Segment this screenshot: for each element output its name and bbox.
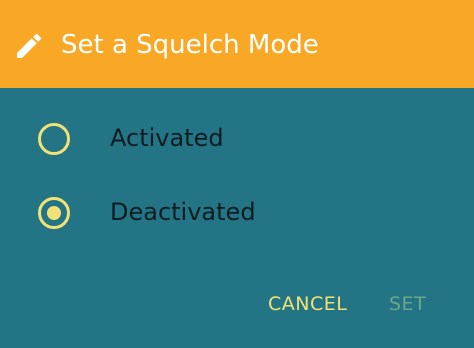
cancel-button[interactable]: CANCEL — [268, 290, 347, 318]
dialog-title: Set a Squelch Mode — [61, 30, 319, 60]
radio-selected-dot — [47, 206, 61, 220]
set-button[interactable]: SET — [389, 290, 426, 318]
option-activated[interactable]: Activated — [0, 110, 474, 168]
dialog-header: Set a Squelch Mode — [0, 0, 474, 88]
option-deactivated[interactable]: Deactivated — [0, 184, 474, 242]
option-label-deactivated: Deactivated — [110, 198, 256, 226]
radio-deactivated[interactable] — [38, 197, 70, 229]
squelch-mode-dialog: Set a Squelch Mode Activated Deactivated… — [0, 0, 474, 348]
option-label-activated: Activated — [110, 124, 224, 152]
pencil-icon — [17, 33, 42, 58]
radio-activated[interactable] — [38, 123, 70, 155]
